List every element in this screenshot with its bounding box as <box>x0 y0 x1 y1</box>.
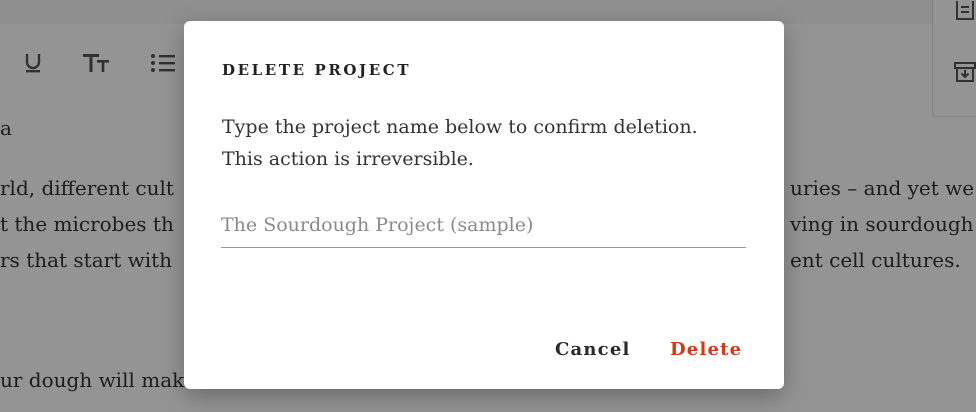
dialog-message: Type the project name below to confirm d… <box>222 116 698 170</box>
project-name-input[interactable] <box>221 203 746 248</box>
cancel-button[interactable]: Cancel <box>549 333 637 365</box>
delete-project-dialog: DELETE PROJECT Type the project name bel… <box>184 21 784 389</box>
dialog-title: DELETE PROJECT <box>222 61 412 79</box>
delete-button[interactable]: Delete <box>664 333 748 365</box>
